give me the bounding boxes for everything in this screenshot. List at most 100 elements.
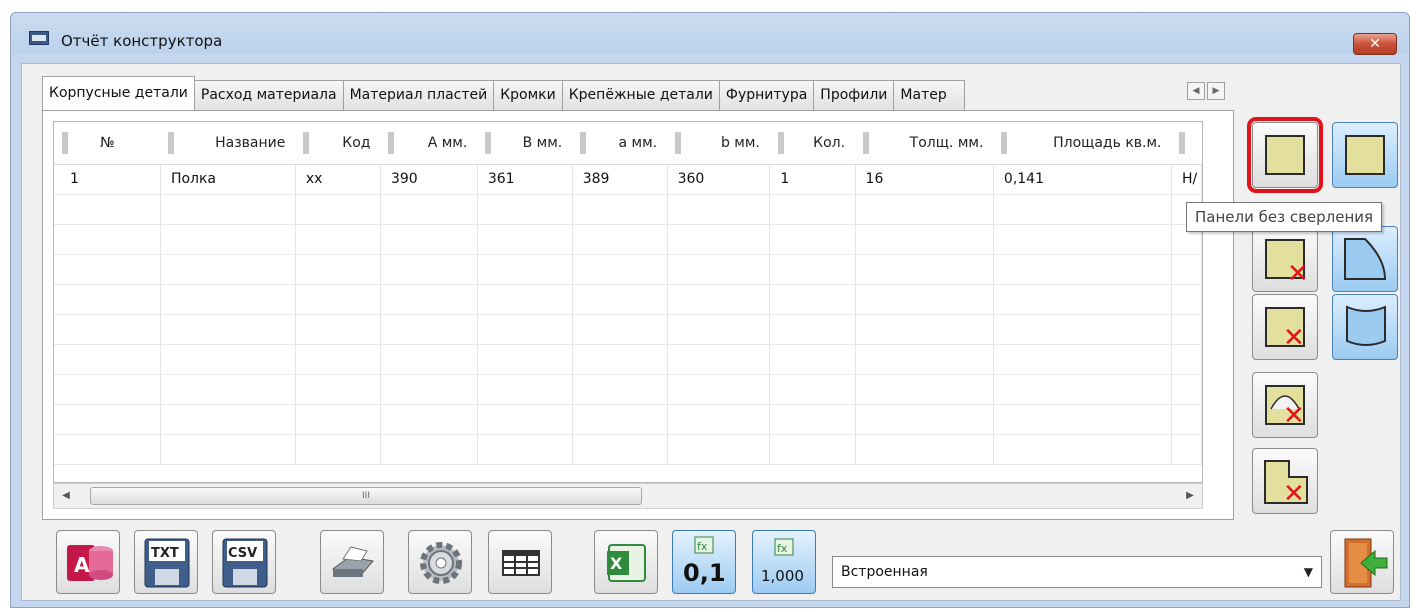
col-header-b-lower[interactable]: b мм. [667,122,770,165]
table-row [54,434,1202,465]
print-button[interactable] [320,530,384,594]
chevron-down-icon[interactable]: ▼ [1304,557,1313,587]
svg-text:0,1: 0,1 [683,559,726,587]
panels-notch-button[interactable]: ✕ [1252,448,1318,514]
access-db-icon: A [67,545,113,581]
table-row[interactable]: 1 Полка xx 390 361 389 360 1 16 0,141 Н/ [54,164,1202,195]
window-title: Отчёт конструктора [61,32,223,50]
red-cross-icon: ✕ [1283,401,1305,431]
scroll-right-icon[interactable]: ▶ [1182,488,1198,504]
arched-panel-icon [1346,305,1386,346]
red-cross-icon: ✕ [1283,323,1305,353]
panel-icon [1345,135,1385,175]
cell-a-lower: 389 [572,164,668,195]
cell-b-lower: 360 [667,164,771,195]
tab-edges[interactable]: Кромки [493,80,563,110]
curved-panel-icon [1344,238,1387,280]
formula-thousand-button[interactable]: fx 1,000 [752,530,816,594]
arched-panels-button[interactable] [1332,294,1398,360]
title-bar: Отчёт конструктора ✕ [11,13,1409,55]
table-header-row: № Название Код А мм. В мм. а мм. b мм. К… [54,122,1202,165]
col-header-extra[interactable] [1171,122,1202,165]
col-header-a-lower[interactable]: а мм. [572,122,668,165]
table-view-button[interactable] [488,530,552,594]
svg-text:A: A [74,553,90,577]
col-header-code[interactable]: Код [295,122,381,165]
report-format-select[interactable]: Встроенная ▼ [832,556,1322,588]
tab-hardware[interactable]: Фурнитура [718,80,815,110]
col-header-name[interactable]: Название [160,122,296,165]
panels-shaped-button[interactable]: ✕ [1252,372,1318,438]
table-row [54,284,1202,315]
cell-thickness: 16 [855,164,994,195]
formula-decimal-button[interactable]: fx 0,1 [672,530,736,594]
col-header-thickness[interactable]: Толщ. мм. [855,122,994,165]
parts-table: № Название Код А мм. В мм. а мм. b мм. К… [53,121,1203,483]
export-csv-button[interactable]: CSV [212,530,276,594]
panels-no-drill-edge-button[interactable]: ✕ [1252,226,1318,292]
floppy-txt-icon: TXT [144,538,190,588]
cell-a-upper: 390 [380,164,478,195]
scroll-left-icon[interactable]: ◀ [58,488,74,504]
panel-icon [1265,135,1305,175]
tooltip: Панели без сверления [1186,202,1383,232]
svg-text:CSV: CSV [228,546,257,561]
settings-button[interactable] [408,530,472,594]
export-access-button[interactable]: A [56,530,120,594]
horizontal-scrollbar[interactable]: ◀ III ▶ [53,483,1203,509]
window-icon [29,31,49,45]
col-header-b-upper[interactable]: В мм. [477,122,573,165]
tab-profiles[interactable]: Профили [813,80,895,110]
svg-text:fx: fx [777,542,788,555]
table-row [54,254,1202,285]
col-header-quantity[interactable]: Кол. [769,122,856,165]
table-row [54,344,1202,375]
formula-thousand-icon: fx 1,000 [761,538,804,585]
panels-without-drilling-button[interactable] [1247,117,1323,193]
tab-material-usage[interactable]: Расход материала [193,80,344,110]
table-row [54,224,1202,255]
red-cross-icon: ✕ [1287,259,1309,289]
cell-b-upper: 361 [477,164,573,195]
col-header-area[interactable]: Площадь кв.м. [993,122,1172,165]
exit-door-icon [1344,538,1388,588]
tab-panel-material[interactable]: Материал пластей [342,80,495,110]
svg-text:fx: fx [697,540,708,553]
excel-icon: X [607,544,646,582]
red-cross-icon: ✕ [1283,479,1305,509]
close-button[interactable]: ✕ [1353,33,1397,55]
tab-body-parts[interactable]: Корпусные детали [42,76,195,110]
tab-scroll-arrows: ◀ ▶ [1187,82,1227,100]
cell-area: 0,141 [993,164,1172,195]
table-row [54,314,1202,345]
table-row [54,194,1202,225]
cell-extra: Н/ [1171,164,1202,195]
export-excel-button[interactable]: X [594,530,658,594]
cell-code: xx [295,164,381,195]
svg-text:1,000: 1,000 [761,567,804,585]
export-txt-button[interactable]: TXT [134,530,198,594]
table-row [54,374,1202,405]
all-panels-button[interactable] [1332,122,1398,188]
tab-strip: Корпусные детали Расход материала Матери… [42,76,966,110]
tab-scroll-left-icon[interactable]: ◀ [1187,82,1205,100]
tab-scroll-right-icon[interactable]: ▶ [1207,82,1225,100]
tab-materials-truncated[interactable]: Матер [893,80,966,110]
col-header-number[interactable]: № [54,122,161,165]
report-window: Отчёт конструктора ✕ Корпусные детали Ра… [10,12,1410,608]
exit-button[interactable] [1330,530,1394,594]
select-value: Встроенная [841,564,928,580]
scroll-thumb[interactable]: III [90,487,642,505]
gear-icon [420,542,462,584]
cell-quantity: 1 [769,164,856,195]
svg-text:TXT: TXT [151,546,179,561]
formula-decimal-icon: fx 0,1 [683,536,726,587]
client-area: Корпусные детали Расход материала Матери… [21,63,1401,601]
tab-fasteners[interactable]: Крепёжные детали [561,80,720,110]
table-row [54,404,1202,435]
panels-cut-corner-button[interactable]: ✕ [1252,294,1318,360]
curved-panels-button[interactable] [1332,226,1398,292]
floppy-csv-icon: CSV [222,538,268,588]
svg-text:X: X [610,554,623,573]
col-header-a-upper[interactable]: А мм. [380,122,478,165]
